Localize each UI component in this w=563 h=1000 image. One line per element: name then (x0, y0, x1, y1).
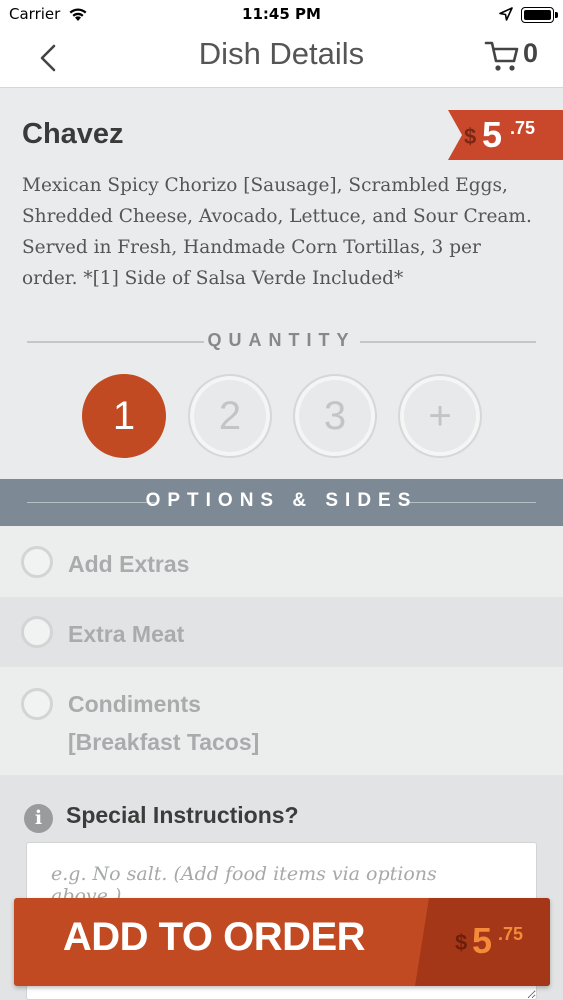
quantity-header: QUANTITY (0, 330, 563, 354)
price-tag: $ 5 .75 (448, 110, 563, 160)
option-add-extras[interactable]: Add Extras (0, 527, 563, 597)
quantity-option-3[interactable]: 3 (293, 374, 377, 458)
battery-icon (521, 7, 558, 23)
quantity-header-label: QUANTITY (207, 330, 356, 350)
dish-description: Mexican Spicy Chorizo [Sausage], Scrambl… (22, 175, 532, 289)
status-bar: Carrier 11:45 PM (0, 0, 563, 30)
options-header: OPTIONS & SIDES (0, 479, 563, 526)
order-price-whole: 5 (472, 920, 493, 961)
radio-button[interactable] (21, 688, 53, 720)
info-icon: i (24, 804, 53, 833)
special-instructions-label: Special Instructions? (66, 802, 299, 828)
page-title: Dish Details (198, 36, 365, 71)
quantity-option-2[interactable]: 2 (188, 374, 272, 458)
option-condiments[interactable]: Condiments [Breakfast Tacos] (0, 667, 563, 775)
cart-count-badge[interactable]: 0 (523, 38, 538, 69)
add-to-order-price-panel: $ 5 .75 (415, 898, 550, 986)
quantity-selector: 1 2 3 + (0, 374, 563, 458)
cart-icon[interactable] (484, 39, 520, 73)
location-arrow-icon (499, 7, 513, 21)
price-cents: .75 (510, 118, 536, 138)
quantity-option-1[interactable]: 1 (82, 374, 166, 458)
dish-name: Chavez (22, 118, 124, 150)
radio-button[interactable] (21, 616, 53, 648)
option-label: Condiments (68, 691, 201, 717)
radio-button[interactable] (21, 546, 53, 578)
quantity-more-button[interactable]: + (398, 374, 482, 458)
options-header-label: OPTIONS & SIDES (145, 490, 418, 511)
price-whole: 5 (482, 114, 503, 155)
order-price-cents: .75 (498, 924, 524, 944)
nav-bar: Dish Details 0 (0, 30, 563, 88)
clock: 11:45 PM (242, 5, 321, 23)
option-label: Extra Meat (68, 621, 185, 647)
option-label: Add Extras (68, 551, 190, 577)
add-to-order-button[interactable]: ADD TO ORDER $ 5 .75 (14, 898, 550, 986)
option-sublabel: [Breakfast Tacos] (68, 729, 260, 755)
option-extra-meat[interactable]: Extra Meat (0, 597, 563, 667)
add-to-order-label: ADD TO ORDER (62, 915, 366, 959)
order-price-currency: $ (455, 930, 468, 955)
price-currency: $ (464, 124, 477, 149)
